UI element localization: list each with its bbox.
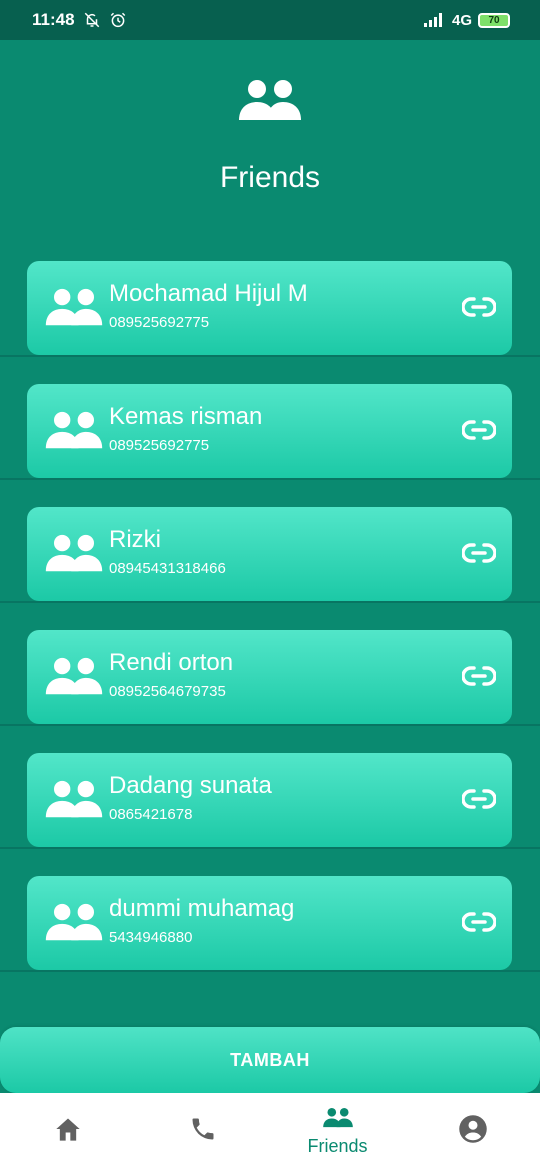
friend-name: Rizki <box>109 526 161 553</box>
phone-icon <box>189 1115 217 1148</box>
group-icon <box>44 902 104 949</box>
friend-card[interactable]: Rizki 08945431318466 <box>27 507 512 601</box>
friend-name: Rendi orton <box>109 649 234 676</box>
friend-phone: 089525692775 <box>109 437 210 454</box>
group-icon <box>44 287 104 334</box>
list-item: Rendi orton 08952564679735 <box>0 630 540 753</box>
friend-name: Dadang sunata <box>109 772 272 799</box>
group-icon <box>44 779 104 826</box>
link-icon[interactable] <box>461 911 497 938</box>
bottom-nav: Friends <box>0 1093 540 1170</box>
status-time: 11:48 <box>32 10 75 29</box>
friend-name: dummi muhamag <box>109 895 295 922</box>
page-header: Friends <box>0 40 540 240</box>
friend-phone: 08945431318466 <box>109 560 226 577</box>
group-icon <box>44 656 104 703</box>
link-icon[interactable] <box>461 419 497 446</box>
group-icon <box>44 410 104 457</box>
friend-card[interactable]: Rendi orton 08952564679735 <box>27 630 512 724</box>
network-type: 4G <box>451 11 472 29</box>
nav-label-friends: Friends <box>307 1135 368 1156</box>
account-icon <box>458 1114 488 1149</box>
list-item: Kemas risman 089525692775 <box>0 384 540 507</box>
list-item: Mochamad Hijul M 089525692775 <box>0 261 540 384</box>
group-icon <box>322 1107 354 1134</box>
friend-card[interactable]: Kemas risman 089525692775 <box>27 384 512 478</box>
group-icon <box>237 78 303 129</box>
status-bar: 11:48 4G 70 <box>0 0 540 40</box>
link-icon[interactable] <box>461 542 497 569</box>
friend-name: Kemas risman <box>109 403 263 430</box>
friend-phone: 08952564679735 <box>109 683 226 700</box>
list-item: Rizki 08945431318466 <box>0 507 540 630</box>
friend-card[interactable]: Dadang sunata 0865421678 <box>27 753 512 847</box>
friend-list: Mochamad Hijul M 089525692775 Kemas rism… <box>0 261 540 999</box>
battery-icon: 70 <box>478 12 510 28</box>
nav-item-account[interactable] <box>405 1093 540 1170</box>
nav-item-friends[interactable]: Friends <box>270 1093 405 1170</box>
friend-card[interactable]: Mochamad Hijul M 089525692775 <box>27 261 512 355</box>
nav-item-home[interactable] <box>0 1093 135 1170</box>
nav-item-phone[interactable] <box>135 1093 270 1170</box>
friend-card[interactable]: dummi muhamag 5434946880 <box>27 876 512 970</box>
list-item: Dadang sunata 0865421678 <box>0 753 540 876</box>
signal-icon <box>423 13 446 27</box>
link-icon[interactable] <box>461 296 497 323</box>
group-icon <box>44 533 104 580</box>
link-icon[interactable] <box>461 788 497 815</box>
link-icon[interactable] <box>461 665 497 692</box>
page-title: Friends <box>219 161 321 194</box>
add-friend-button[interactable]: TAMBAH <box>0 1027 540 1093</box>
home-icon <box>54 1116 82 1147</box>
list-item: dummi muhamag 5434946880 <box>0 876 540 999</box>
friend-name: Mochamad Hijul M <box>109 280 308 307</box>
friend-phone: 0865421678 <box>109 806 193 823</box>
friend-phone: 5434946880 <box>109 929 193 946</box>
battery-level: 70 <box>488 14 500 26</box>
alarm-icon <box>109 11 127 29</box>
friend-phone: 089525692775 <box>109 314 210 331</box>
notifications-off-icon <box>83 11 101 29</box>
